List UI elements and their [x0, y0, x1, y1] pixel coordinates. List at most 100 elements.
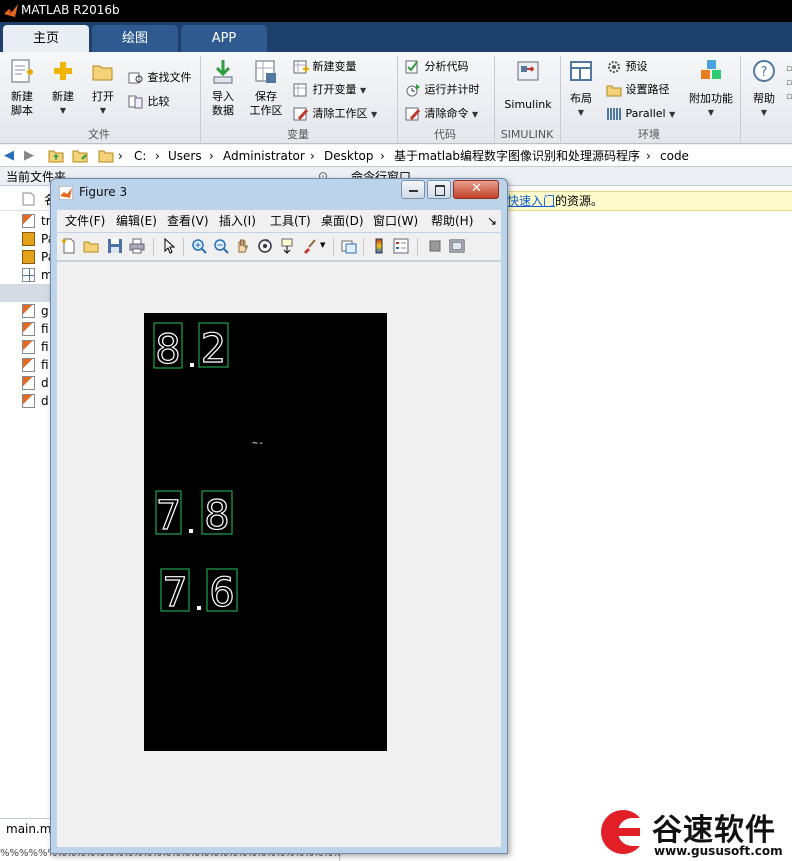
- new-button[interactable]: 新建 ▼: [46, 58, 80, 118]
- menu-overflow-icon[interactable]: ↘: [487, 213, 497, 229]
- addons-button[interactable]: 附加功能 ▼: [686, 58, 736, 120]
- toolbar-separator: [363, 238, 364, 256]
- legend-icon[interactable]: [393, 238, 409, 254]
- toolbar-separator: [333, 238, 334, 256]
- preferences-label: 预设: [625, 60, 648, 73]
- show-plot-tools-icon[interactable]: [449, 238, 465, 254]
- compare-button[interactable]: 比较: [128, 93, 170, 111]
- image-axes[interactable]: 8 27 87 6 ~-: [144, 313, 387, 751]
- preferences-button[interactable]: 预设: [606, 58, 648, 76]
- open-button[interactable]: 打开 ▼: [86, 58, 120, 118]
- open-variable-button[interactable]: 打开变量 ▼: [293, 81, 366, 99]
- file-list-item[interactable]: g: [41, 302, 49, 320]
- brush-icon[interactable]: [301, 238, 317, 254]
- breadcrumb-separator: ›: [380, 149, 385, 163]
- breadcrumb-project[interactable]: 基于matlab编程数字图像识别和处理源码程序: [394, 148, 640, 164]
- browse-folder-icon[interactable]: [72, 148, 88, 163]
- figure-canvas[interactable]: 827876 ~-: [57, 262, 501, 847]
- set-path-label: 设置路径: [625, 83, 670, 96]
- analyze-code-button[interactable]: 分析代码: [405, 58, 469, 76]
- breadcrumb-users[interactable]: Users: [168, 148, 202, 164]
- tab-home[interactable]: 主页: [3, 25, 89, 52]
- detected-digit: 8: [155, 327, 180, 373]
- brush-dropdown-icon[interactable]: ▼: [320, 241, 325, 249]
- zoom-out-icon[interactable]: [213, 238, 229, 254]
- watermark-logo-icon: [601, 810, 640, 854]
- pointer-icon[interactable]: [161, 238, 177, 254]
- breadcrumb-administrator[interactable]: Administrator: [223, 148, 305, 164]
- hide-plot-tools-icon[interactable]: [427, 238, 443, 254]
- ribbon-tab-strip: 主页 绘图 APP: [0, 22, 792, 52]
- open-file-icon[interactable]: [83, 238, 99, 254]
- colorbar-icon[interactable]: [371, 238, 387, 254]
- new-figure-icon[interactable]: [61, 238, 77, 254]
- zoom-in-icon[interactable]: [191, 238, 207, 254]
- simulink-button[interactable]: Simulink: [500, 58, 556, 112]
- file-list-item[interactable]: fi: [41, 356, 49, 374]
- menu-edit[interactable]: 编辑(E): [116, 213, 157, 229]
- breadcrumb-c[interactable]: C:: [134, 148, 146, 164]
- new-variable-button[interactable]: 新建变量: [293, 58, 357, 76]
- set-path-button[interactable]: 设置路径: [606, 81, 670, 99]
- menu-file[interactable]: 文件(F): [65, 213, 105, 229]
- find-files-button[interactable]: 查找文件: [128, 69, 192, 87]
- run-and-time-button[interactable]: 运行并计时: [405, 81, 480, 99]
- analyze-code-icon: [405, 60, 418, 74]
- help-button[interactable]: ? 帮助 ▼: [746, 58, 782, 120]
- simulink-section-label: SIMULINK: [500, 128, 554, 141]
- data-cursor-icon[interactable]: [279, 238, 295, 254]
- pan-hand-icon[interactable]: [235, 238, 251, 254]
- minimize-button[interactable]: [401, 180, 425, 199]
- new-script-button[interactable]: 新建 脚本: [4, 58, 40, 118]
- maximize-button[interactable]: [427, 180, 451, 199]
- menu-tools[interactable]: 工具(T): [270, 213, 311, 229]
- tab-apps[interactable]: APP: [181, 25, 267, 52]
- rotate-3d-icon[interactable]: [257, 238, 273, 254]
- import-data-button[interactable]: 导入 数据: [206, 58, 240, 118]
- print-icon[interactable]: [129, 238, 145, 254]
- ribbon-overflow-icon[interactable]: ▫ ▫ ▫: [786, 62, 792, 122]
- clear-workspace-dropdown-icon: ▼: [371, 110, 378, 119]
- detected-digit: 2: [201, 326, 226, 372]
- file-type-icon: [22, 376, 35, 390]
- figure-title-bar[interactable]: Figure 3 ✕: [51, 179, 507, 207]
- breadcrumb-desktop[interactable]: Desktop: [324, 148, 374, 164]
- help-label: 帮助: [753, 92, 775, 105]
- file-list-item[interactable]: fi: [41, 320, 49, 338]
- file-list-item[interactable]: fi: [41, 338, 49, 356]
- breadcrumb-separator: ›: [310, 149, 315, 163]
- breadcrumb-code[interactable]: code: [660, 148, 689, 164]
- close-button[interactable]: ✕: [453, 180, 499, 199]
- forward-arrow-icon[interactable]: ▶: [24, 148, 34, 163]
- decimal-point: [197, 606, 201, 610]
- getting-started-link[interactable]: 快速入门: [507, 194, 555, 208]
- watermark-brand: 谷速软件: [652, 813, 776, 848]
- file-list-item[interactable]: d: [41, 392, 49, 410]
- breadcrumb-separator: ›: [209, 149, 214, 163]
- open-variable-icon: [293, 83, 307, 97]
- clear-commands-button[interactable]: 清除命令 ▼: [405, 105, 478, 123]
- figure-window[interactable]: Figure 3 ✕ 文件(F) 编辑(E) 查看(V) 插入(I) 工具(T)…: [50, 178, 508, 854]
- parallel-button[interactable]: Parallel ▼: [606, 105, 675, 123]
- parallel-dropdown-icon: ▼: [669, 110, 676, 119]
- link-plot-icon[interactable]: [341, 238, 357, 254]
- new-plus-icon: [54, 62, 72, 80]
- layout-button[interactable]: 布局 ▼: [564, 58, 598, 120]
- menu-view[interactable]: 查看(V): [167, 213, 209, 229]
- ribbon-divider: [740, 56, 741, 142]
- menu-window[interactable]: 窗口(W): [373, 213, 418, 229]
- tab-plots[interactable]: 绘图: [92, 25, 178, 52]
- save-icon[interactable]: [107, 238, 123, 254]
- up-folder-icon[interactable]: [48, 148, 64, 163]
- file-list-item[interactable]: d: [41, 374, 49, 392]
- menu-desktop[interactable]: 桌面(D): [321, 213, 364, 229]
- menu-insert[interactable]: 插入(I): [219, 213, 256, 229]
- help-icon: ?: [753, 60, 775, 82]
- file-section-label: 文件: [88, 128, 110, 141]
- back-arrow-icon[interactable]: ◀: [4, 148, 14, 163]
- clear-workspace-button[interactable]: 清除工作区 ▼: [293, 105, 377, 123]
- menu-help[interactable]: 帮助(H): [431, 213, 473, 229]
- save-workspace-button[interactable]: 保存 工作区: [246, 58, 286, 118]
- analyze-code-label: 分析代码: [424, 60, 469, 73]
- window-title: MATLAB R2016b: [21, 3, 120, 17]
